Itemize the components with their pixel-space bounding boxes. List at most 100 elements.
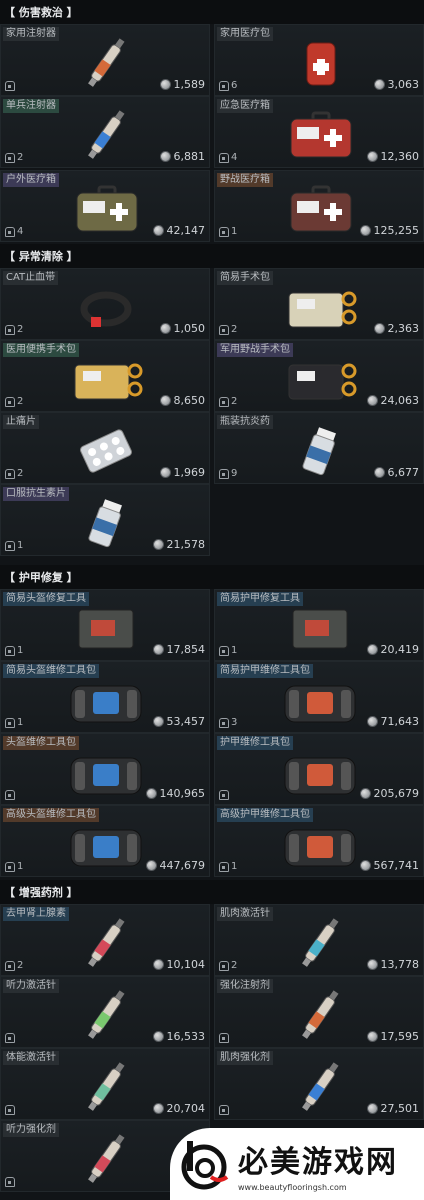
price-value: 8,650: [173, 394, 206, 407]
section-header-damage-treatment: 【 伤害救治 】: [0, 0, 424, 24]
stock-count: [5, 790, 17, 800]
price: 3,063: [373, 78, 419, 91]
item-card[interactable]: 口服抗生素片 1 21,578: [0, 484, 210, 556]
warehouse-icon: [5, 861, 15, 872]
price-value: 17,595: [380, 1030, 420, 1043]
price: 205,679: [359, 787, 420, 800]
warehouse-icon: [5, 717, 15, 728]
watermark-title: 必美游戏网: [238, 1144, 398, 1180]
item-card[interactable]: 去甲肾上腺素 2 10,104: [0, 904, 210, 976]
item-card[interactable]: 高级护甲维修工具包 1 567,741: [214, 805, 424, 877]
warehouse-icon: [5, 790, 15, 800]
coin-icon: [152, 716, 164, 727]
price-value: 447,679: [159, 859, 206, 872]
warehouse-icon: [5, 645, 15, 656]
item-name: 家用医疗包: [217, 27, 273, 41]
stock-value: 3: [231, 717, 238, 728]
price-value: 205,679: [373, 787, 420, 800]
price: 6,677: [373, 466, 420, 479]
price-value: 20,704: [166, 1102, 206, 1115]
item-card[interactable]: CAT止血带 2 1,050: [0, 268, 210, 340]
item-card[interactable]: 止痛片 2 1,969: [0, 412, 210, 484]
repair-kit-icon: [275, 602, 365, 654]
medical-case-icon: [275, 183, 365, 235]
item-name: 听力激活针: [3, 979, 59, 993]
item-card[interactable]: 简易护甲修复工具 1 20,419: [214, 589, 424, 661]
price-value: 6,881: [173, 150, 206, 163]
item-card[interactable]: 瓶装抗炎药 9 6,677: [214, 412, 424, 484]
item-name: 单兵注射器: [3, 99, 59, 113]
price-value: 21,578: [166, 538, 206, 551]
item-card[interactable]: 肌肉激活针 2 13,778: [214, 904, 424, 976]
injector-icon: [275, 917, 365, 969]
warehouse-icon: [219, 324, 229, 335]
item-card[interactable]: 简易手术包 2 2,363: [214, 268, 424, 340]
price-value: 42,147: [166, 224, 206, 237]
item-card[interactable]: 听力激活针 16,533: [0, 976, 210, 1048]
coin-icon: [359, 788, 371, 799]
item-name: 肌肉激活针: [217, 907, 273, 921]
warehouse-icon: [219, 861, 229, 872]
warehouse-icon: [5, 540, 15, 551]
item-card[interactable]: 应急医疗箱 4 12,360: [214, 96, 424, 168]
item-card[interactable]: 家用注射器 1,589: [0, 24, 210, 96]
coin-icon: [366, 644, 378, 655]
medical-pouch-icon: [275, 37, 365, 89]
item-card[interactable]: 家用医疗包 6 3,063: [214, 24, 424, 96]
price-value: 567,741: [373, 859, 420, 872]
item-card[interactable]: 户外医疗箱 4 42,147: [0, 170, 210, 242]
item-name: 家用注射器: [3, 27, 59, 41]
warehouse-icon: [219, 468, 229, 479]
item-card[interactable]: 简易头盔修复工具 1 17,854: [0, 589, 210, 661]
coin-icon: [366, 1103, 378, 1114]
repair-kit-icon: [61, 602, 151, 654]
price-value: 13,778: [380, 958, 420, 971]
item-card[interactable]: 简易头盔维修工具包 1 53,457: [0, 661, 210, 733]
repair-bag-icon: [275, 674, 365, 726]
price-value: 6,677: [387, 466, 420, 479]
injector-icon: [61, 917, 151, 969]
price-value: 140,965: [159, 787, 206, 800]
injector-icon: [61, 1061, 151, 1113]
stock-count: 2: [219, 960, 237, 971]
coin-icon: [366, 151, 378, 162]
item-card[interactable]: 护甲维修工具包 205,679: [214, 733, 424, 805]
item-card[interactable]: 医用便携手术包 2 8,650: [0, 340, 210, 412]
stock-value: 2: [231, 324, 238, 335]
price-value: 1,589: [173, 78, 206, 91]
stock-value: 2: [17, 152, 24, 163]
warehouse-icon: [219, 1033, 229, 1043]
stock-value: 4: [17, 226, 24, 237]
stock-value: 2: [231, 960, 238, 971]
item-card[interactable]: 强化注射剂 17,595: [214, 976, 424, 1048]
stock-count: 2: [5, 960, 23, 971]
surgery-kit-icon: [275, 281, 365, 333]
syringe-icon: [61, 109, 151, 161]
coin-icon: [359, 225, 371, 236]
item-card[interactable]: 简易护甲维修工具包 3 71,643: [214, 661, 424, 733]
item-card[interactable]: 单兵注射器 2 6,881: [0, 96, 210, 168]
stock-count: 1: [219, 226, 237, 237]
stock-count: 3: [219, 717, 237, 728]
item-name: 肌肉强化剂: [217, 1051, 273, 1065]
price: 8,650: [159, 394, 206, 407]
item-card[interactable]: 高级头盔维修工具包 1 447,679: [0, 805, 210, 877]
stock-count: 6: [219, 80, 237, 91]
item-card[interactable]: 头盔维修工具包 140,965: [0, 733, 210, 805]
stock-count: 1: [5, 861, 23, 872]
item-card[interactable]: 体能激活针 20,704: [0, 1048, 210, 1120]
injector-icon: [61, 1133, 151, 1185]
item-name: CAT止血带: [3, 271, 59, 285]
medical-case-icon: [275, 109, 365, 161]
brand-logo-icon: [174, 1134, 234, 1194]
warehouse-icon: [219, 717, 229, 728]
item-card[interactable]: 军用野战手术包 2 24,063: [214, 340, 424, 412]
coin-icon: [366, 959, 378, 970]
item-card[interactable]: 肌肉强化剂 27,501: [214, 1048, 424, 1120]
stock-count: 2: [5, 324, 23, 335]
coin-icon: [152, 1031, 164, 1042]
coin-icon: [145, 860, 157, 871]
stock-value: 1: [17, 717, 24, 728]
stock-value: 9: [231, 468, 238, 479]
item-card[interactable]: 野战医疗箱 1 125,255: [214, 170, 424, 242]
